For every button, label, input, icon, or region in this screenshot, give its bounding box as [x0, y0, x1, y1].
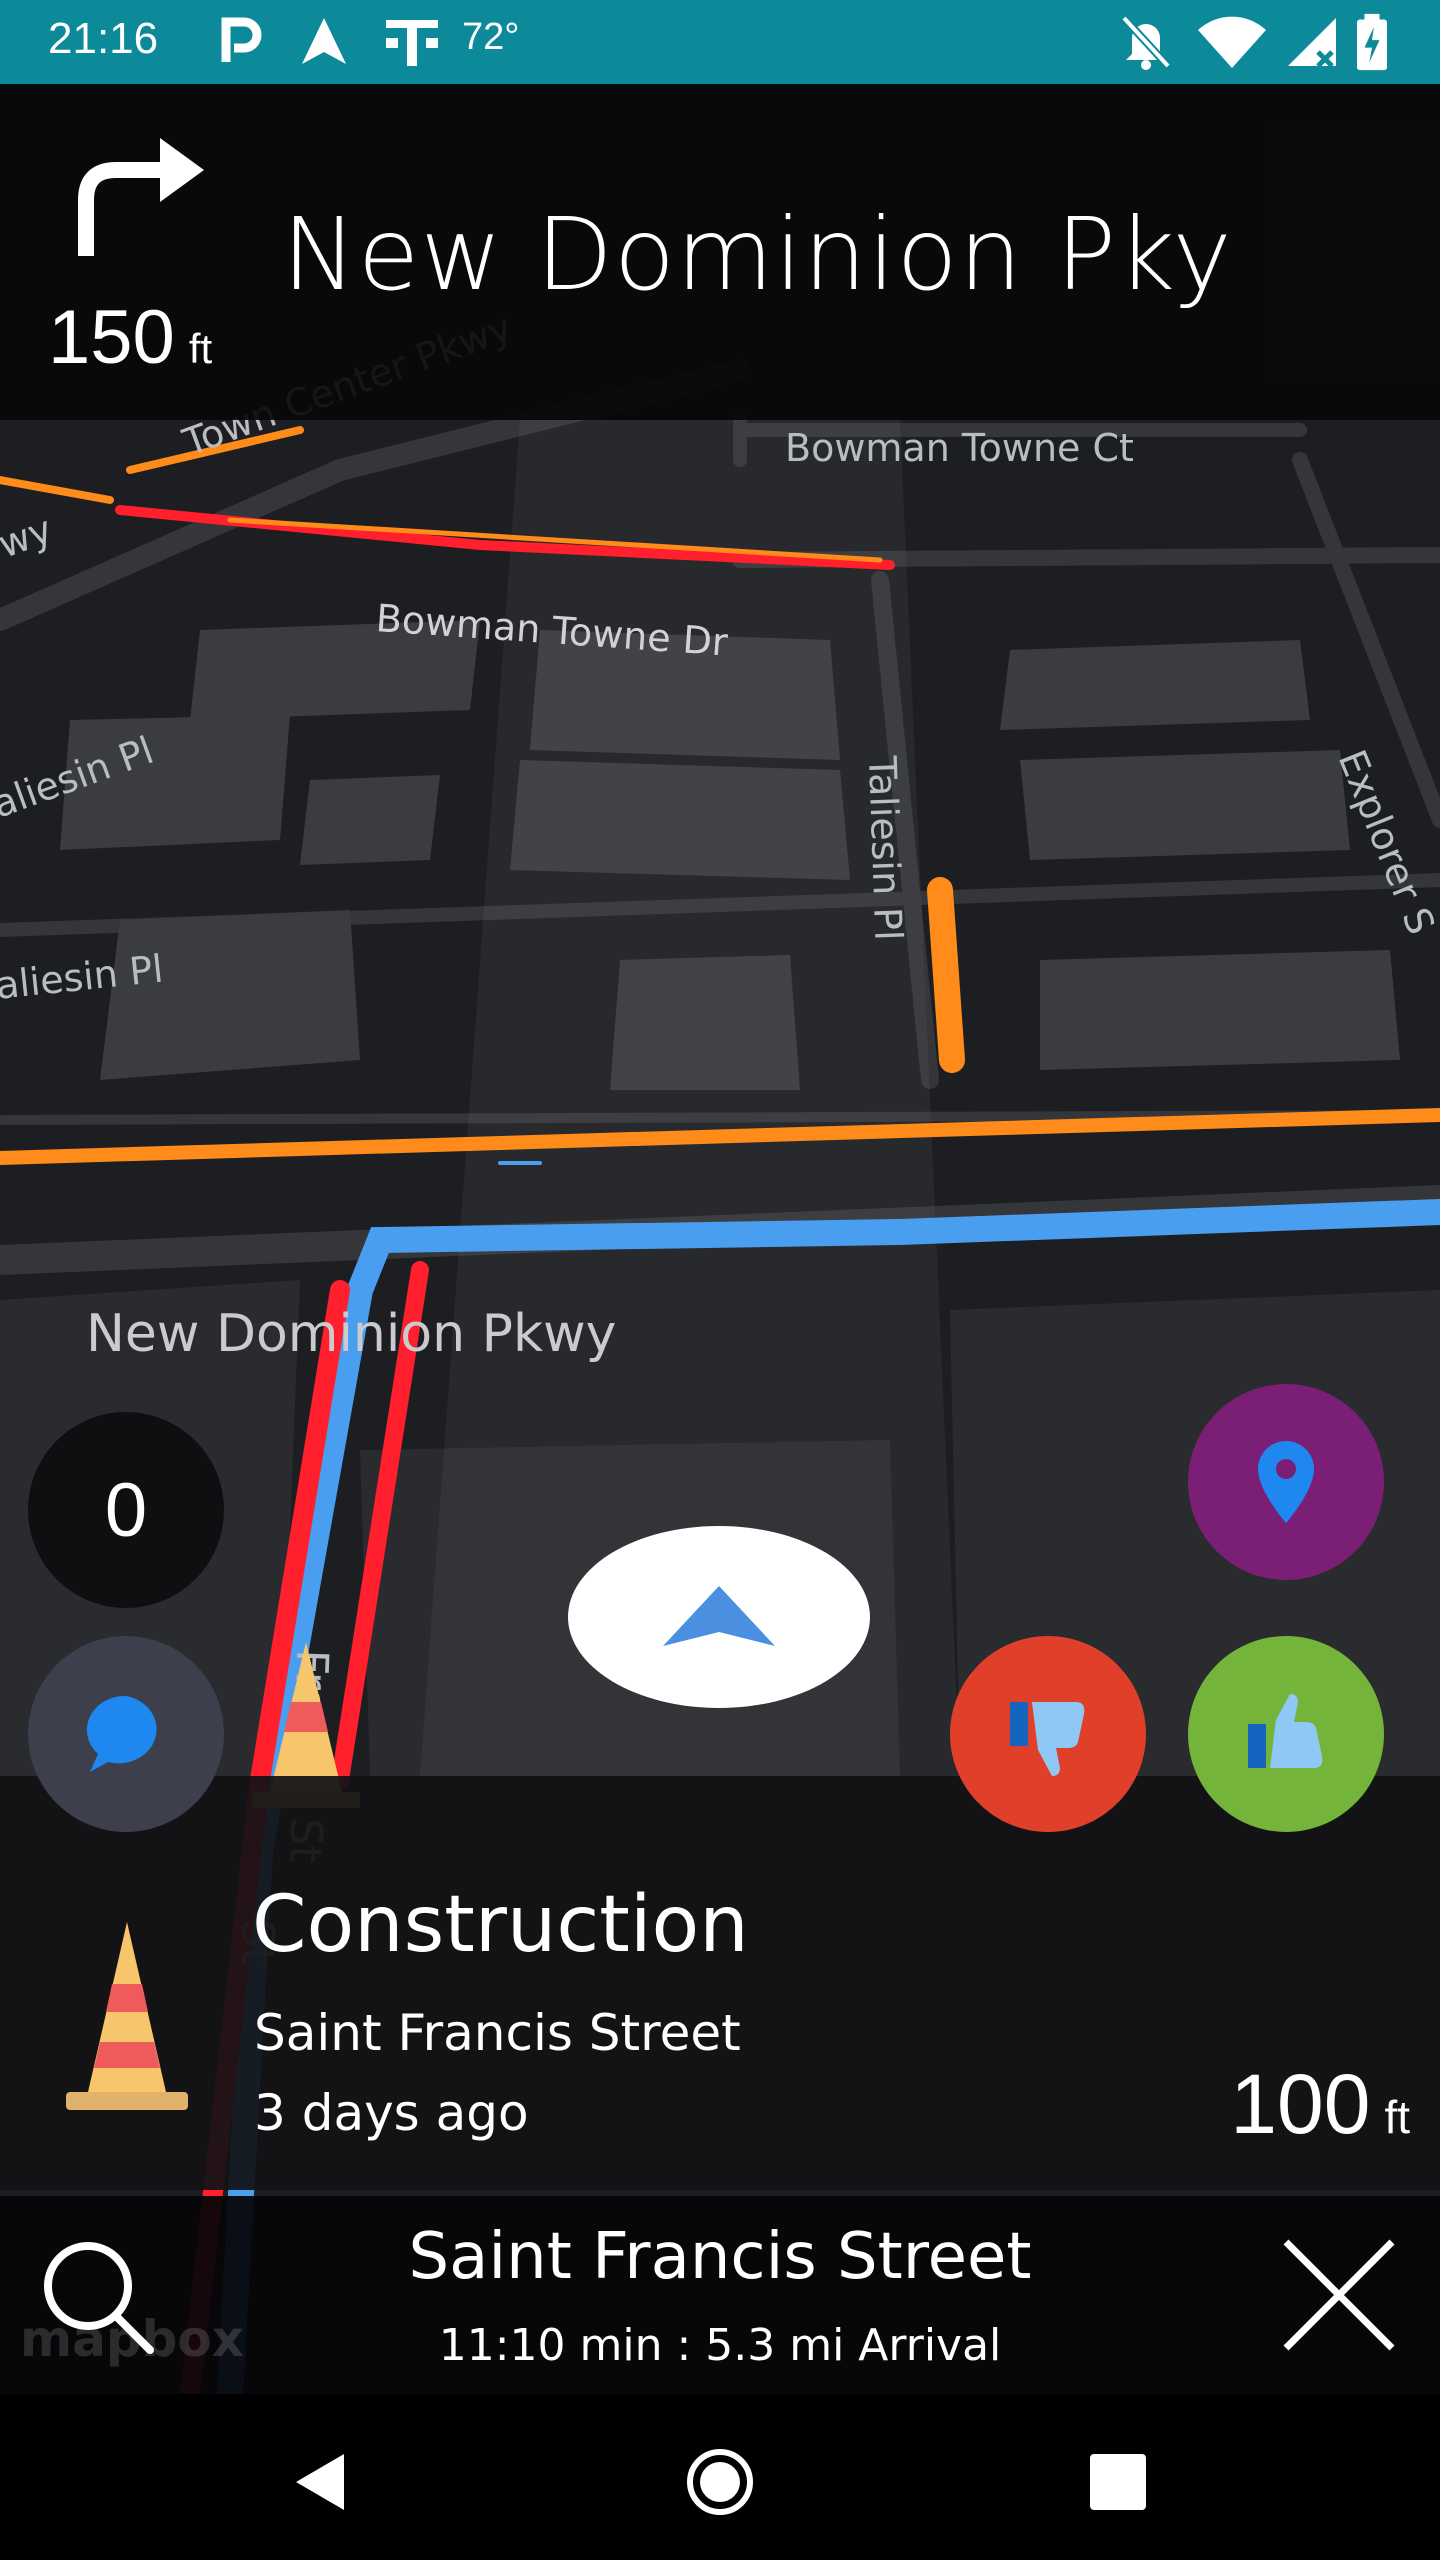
- maneuver-distance-value: 150: [48, 295, 175, 380]
- t-mobile-icon: [386, 20, 438, 66]
- maneuver-street-name: New Dominion Pky: [282, 196, 1233, 313]
- alert-street: Saint Francis Street: [254, 2004, 741, 2062]
- recenter-button[interactable]: [568, 1526, 870, 1708]
- home-icon[interactable]: [680, 2442, 760, 2522]
- traffic-cone-icon: [66, 1922, 188, 2110]
- status-temperature: 72°: [462, 16, 520, 58]
- map-label-new-dominion: New Dominion Pkwy: [86, 1304, 617, 1364]
- trip-destination: Saint Francis Street: [408, 2220, 1032, 2294]
- map-label-taliesin-vertical: Taliesin Pl: [860, 755, 911, 942]
- thumbs-down-icon: [1010, 1702, 1085, 1776]
- navigation-app: 21:16 72° wy Bowman Towne Ct Bowman Town…: [0, 0, 1440, 2560]
- navigation-arrow-icon: [302, 18, 346, 64]
- thumbs-up-icon: [1248, 1694, 1323, 1768]
- battery-charging-icon: [1357, 13, 1387, 71]
- hazard-alert-card[interactable]: Construction Saint Francis Street 3 days…: [0, 1776, 1440, 2190]
- status-time: 21:16: [48, 14, 159, 63]
- recents-icon[interactable]: [1078, 2442, 1158, 2522]
- alert-distance: 100 ft: [1230, 2056, 1410, 2153]
- map-label-bowman-towne-ct: Bowman Towne Ct: [785, 426, 1134, 470]
- alert-distance-unit: ft: [1384, 2091, 1410, 2143]
- alert-time-ago: 3 days ago: [254, 2084, 529, 2142]
- maneuver-distance-unit: ft: [188, 325, 213, 372]
- alert-distance-value: 100: [1230, 2057, 1371, 2151]
- parking-icon: [221, 17, 262, 62]
- back-icon[interactable]: [282, 2442, 362, 2522]
- turn-right-icon: [78, 138, 204, 256]
- close-icon[interactable]: [1276, 2232, 1402, 2358]
- signal-icon: [1288, 18, 1336, 68]
- location-button[interactable]: [1188, 1384, 1384, 1580]
- maneuver-banner[interactable]: 150 ft New Dominion Pky: [0, 84, 1440, 420]
- maneuver-distance: 150 ft: [48, 294, 212, 381]
- like-button[interactable]: [1188, 1636, 1384, 1832]
- status-bar: 21:16 72°: [0, 0, 1440, 84]
- chat-icon: [86, 1695, 157, 1772]
- system-nav-bar: [0, 2394, 1440, 2560]
- location-pin-icon: [1258, 1441, 1314, 1523]
- recenter-arrow-icon: [663, 1586, 775, 1646]
- mapbox-logo: mapbox: [20, 2310, 245, 2368]
- dislike-button[interactable]: [950, 1636, 1146, 1832]
- wifi-icon: [1198, 16, 1266, 68]
- alert-title: Construction: [252, 1880, 749, 1970]
- notifications-off-icon: [1121, 15, 1171, 70]
- speed-indicator[interactable]: 0: [28, 1412, 224, 1608]
- chat-button[interactable]: [28, 1636, 224, 1832]
